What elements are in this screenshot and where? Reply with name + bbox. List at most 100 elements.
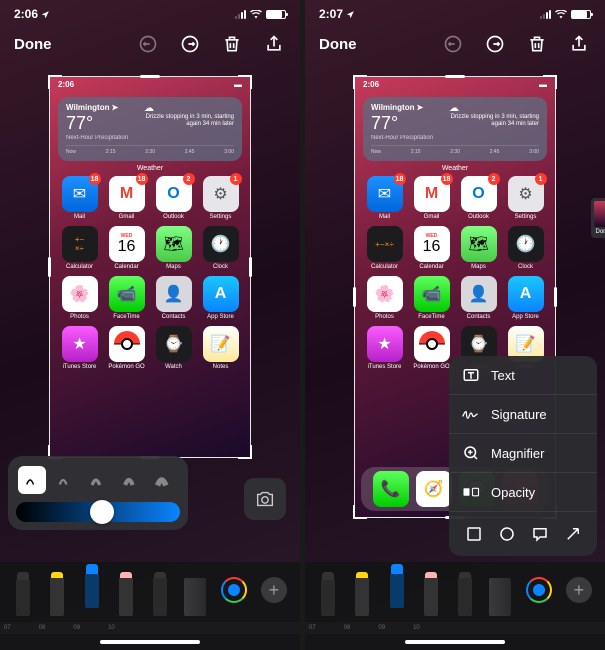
mail-app-icon: ✉18: [367, 176, 403, 212]
status-bar: 2:06: [0, 0, 300, 24]
calculator-app-icon: +−×÷: [62, 226, 98, 262]
brush-style-4[interactable]: [117, 466, 145, 494]
color-picker-button[interactable]: [221, 577, 247, 603]
mail-app-icon: ✉18: [62, 176, 98, 212]
marker-tool[interactable]: [352, 572, 372, 616]
tool-palette: + 07080910: [0, 562, 300, 650]
shapes-menu: Text Signature Magnifier Opacity: [449, 356, 597, 556]
share-button[interactable]: [262, 32, 286, 56]
screenshot-content: 2:06 ▬ Wilmington➤ 77° ☁ Drizzle stoppin…: [50, 77, 250, 457]
brush-style-popover: [8, 456, 188, 530]
redo-button[interactable]: [483, 32, 507, 56]
marker-tool[interactable]: [47, 572, 67, 616]
settings-app-icon: ⚙1: [203, 176, 239, 212]
maps-app-icon: 🗺: [461, 226, 497, 262]
lasso-tool[interactable]: [150, 572, 170, 616]
signature-icon: [461, 404, 481, 424]
tool-palette: + 07080910: [305, 562, 605, 650]
clock-app-icon: 🕐: [508, 226, 544, 262]
magnifier-icon: [461, 443, 481, 463]
delete-button[interactable]: [220, 32, 244, 56]
appstore-app-icon: A: [508, 276, 544, 312]
menu-signature[interactable]: Signature: [449, 395, 597, 434]
pen-tool[interactable]: [13, 572, 33, 616]
left-panel: 2:06 Done 2:06 ▬: [0, 0, 300, 650]
facetime-app-icon: 📹: [414, 276, 450, 312]
maps-app-icon: 🗺: [156, 226, 192, 262]
brush-style-1[interactable]: [18, 466, 46, 494]
ss-indicators: ▬: [234, 80, 242, 89]
add-shape-button[interactable]: +: [566, 577, 592, 603]
brush-style-2[interactable]: [51, 466, 79, 494]
color-picker-button[interactable]: [526, 577, 552, 603]
right-panel: 2:07 Done Don: [305, 0, 605, 650]
done-button[interactable]: Done: [14, 36, 52, 53]
photos-app-icon: 🌸: [62, 276, 98, 312]
status-bar: 2:07: [305, 0, 605, 24]
opacity-slider[interactable]: [16, 502, 180, 522]
location-icon: [41, 10, 50, 19]
location-arrow-icon: ➤: [111, 103, 118, 112]
crop-frame[interactable]: 2:06 ▬ Wilmington➤ 77° ☁ Drizzle stoppin…: [49, 76, 251, 458]
menu-opacity[interactable]: Opacity: [449, 473, 597, 512]
home-indicator[interactable]: [100, 640, 200, 644]
phone-app-icon: 📞: [373, 471, 409, 507]
eraser-tool[interactable]: [116, 572, 136, 616]
brush-style-3[interactable]: [84, 466, 112, 494]
weather-timeline: Now 2:15 2:30 2:45 3:00: [66, 145, 234, 155]
calendar-app-icon: WED16: [414, 226, 450, 262]
location-icon: [346, 10, 355, 19]
cloud-icon: ☁: [449, 103, 539, 114]
calendar-app-icon: WED16: [109, 226, 145, 262]
lasso-tool[interactable]: [455, 572, 475, 616]
square-shape-button[interactable]: [462, 522, 486, 546]
pokemon-app-icon: [109, 326, 145, 362]
pencil-tool[interactable]: [387, 564, 407, 608]
delete-button[interactable]: [525, 32, 549, 56]
gmail-app-icon: M18: [414, 176, 450, 212]
cellular-signal-icon: [235, 10, 246, 19]
undo-button[interactable]: [441, 32, 465, 56]
app-grid: ✉18Mail M18Gmail O2Outlook ⚙1Settings +−…: [50, 176, 250, 370]
camera-button[interactable]: [244, 478, 286, 520]
ruler-ticks: 07080910: [305, 622, 605, 634]
eraser-tool[interactable]: [421, 572, 441, 616]
contacts-app-icon: 👤: [461, 276, 497, 312]
appstore-app-icon: A: [203, 276, 239, 312]
cellular-signal-icon: [540, 10, 551, 19]
settings-app-icon: ⚙1: [508, 176, 544, 212]
done-button[interactable]: Done: [319, 36, 357, 53]
cloud-icon: ☁: [144, 103, 234, 114]
redo-button[interactable]: [178, 32, 202, 56]
menu-text[interactable]: Text: [449, 356, 597, 395]
pen-tool[interactable]: [318, 572, 338, 616]
gmail-app-icon: M18: [109, 176, 145, 212]
status-time: 2:06: [14, 7, 38, 21]
secondary-thumbnail[interactable]: Don: [591, 198, 605, 238]
menu-magnifier[interactable]: Magnifier: [449, 434, 597, 473]
speech-bubble-shape-button[interactable]: [528, 522, 552, 546]
markup-toolbar: Done: [0, 24, 300, 68]
brush-style-5[interactable]: [150, 466, 178, 494]
circle-shape-button[interactable]: [495, 522, 519, 546]
battery-icon: [266, 10, 286, 19]
markup-toolbar: Done: [305, 24, 605, 68]
slider-thumb[interactable]: [90, 500, 114, 524]
text-icon: [461, 365, 481, 385]
pokemon-app-icon: [414, 326, 450, 362]
pencil-tool[interactable]: [82, 564, 102, 608]
ruler-tool[interactable]: [489, 578, 511, 616]
ruler-tool[interactable]: [184, 578, 206, 616]
contacts-app-icon: 👤: [156, 276, 192, 312]
ruler-ticks: 07080910: [0, 622, 300, 634]
home-indicator[interactable]: [405, 640, 505, 644]
calculator-app-icon: +−×÷: [367, 226, 403, 262]
photos-app-icon: 🌸: [367, 276, 403, 312]
location-arrow-icon: ➤: [416, 103, 423, 112]
arrow-shape-button[interactable]: [561, 522, 585, 546]
shape-row: [449, 512, 597, 556]
undo-button[interactable]: [136, 32, 160, 56]
add-shape-button[interactable]: +: [261, 577, 287, 603]
battery-icon: [571, 10, 591, 19]
share-button[interactable]: [567, 32, 591, 56]
